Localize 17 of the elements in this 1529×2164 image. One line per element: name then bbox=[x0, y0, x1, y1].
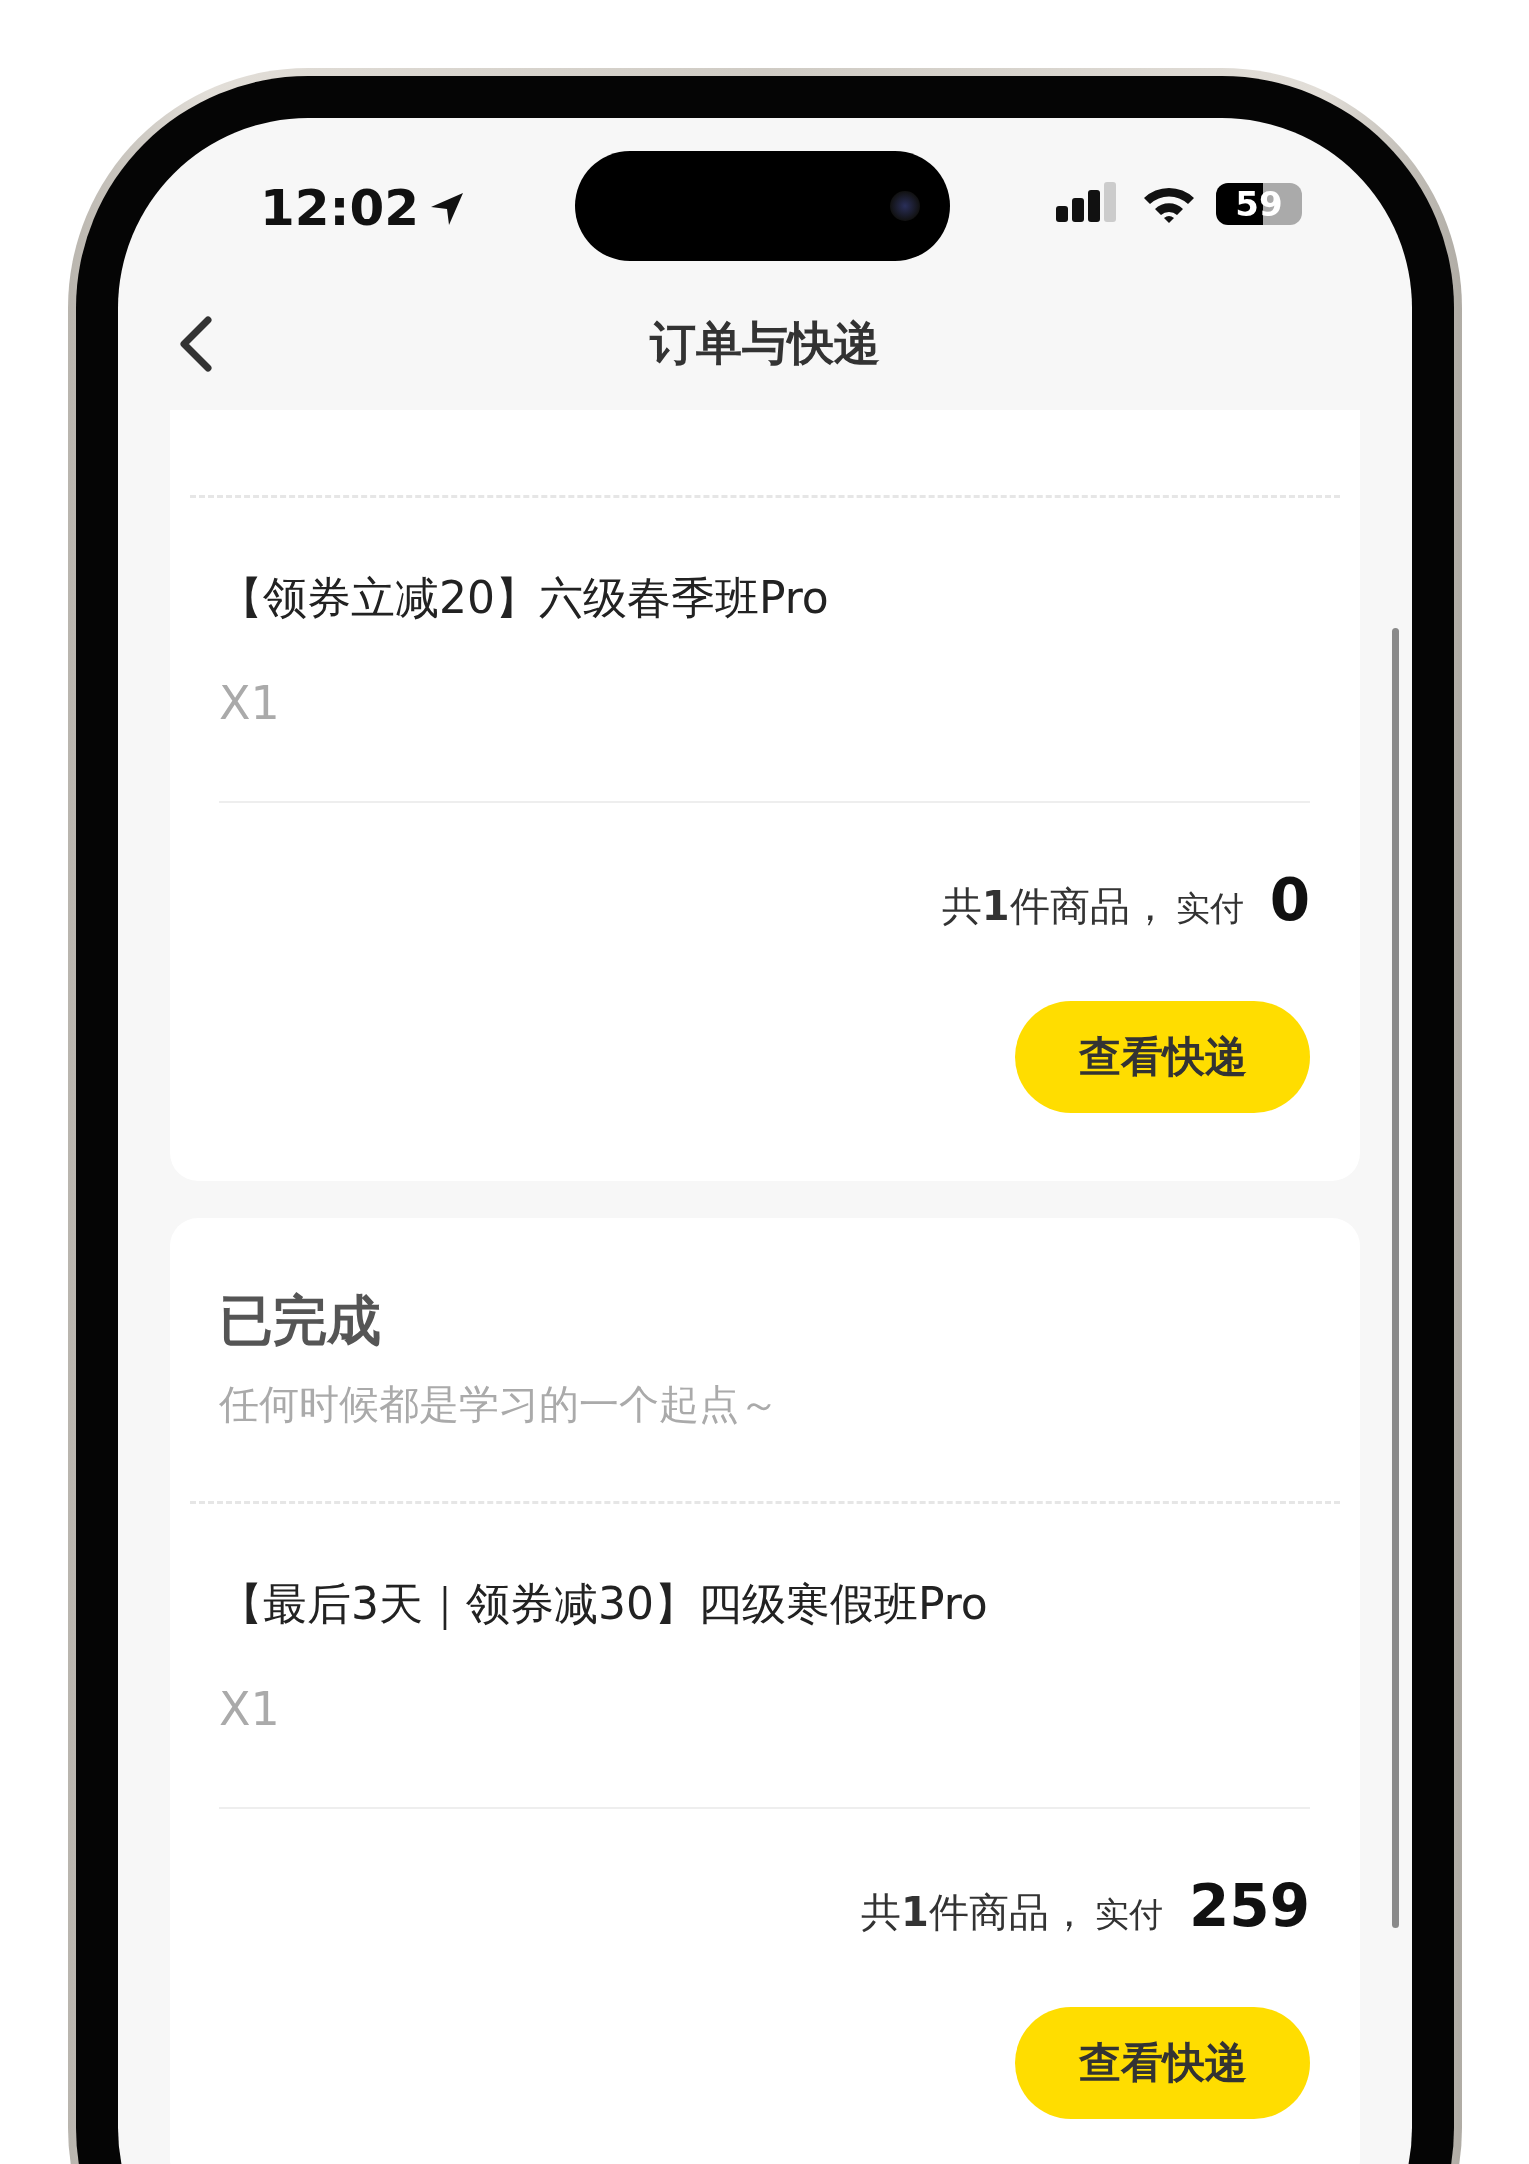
status-time: 12:02 bbox=[260, 179, 420, 237]
view-shipping-button[interactable]: 查看快递 bbox=[1015, 2007, 1310, 2119]
product-title: 【领券立减20】六级春季班Pro bbox=[219, 571, 830, 625]
paid-label: 实付 bbox=[1094, 1893, 1163, 1936]
order-subtitle: 任何时候都是学习的一个起点～ bbox=[219, 1380, 780, 1429]
product-quantity: X1 bbox=[219, 675, 281, 732]
paid-label: 实付 bbox=[1175, 887, 1244, 930]
item-count: 共1件商品， bbox=[861, 1888, 1089, 1937]
paid-amount: 259 bbox=[1188, 1876, 1310, 1936]
order-status: 已完成 bbox=[219, 1288, 382, 1354]
product-title: 【最后3天｜领券减30】四级寒假班Pro bbox=[219, 1577, 989, 1632]
product-quantity: X1 bbox=[219, 1681, 281, 1738]
page-title: 订单与快递 bbox=[650, 315, 880, 372]
view-shipping-button[interactable]: 查看快递 bbox=[1015, 1001, 1310, 1113]
item-count: 共1件商品， bbox=[941, 882, 1170, 931]
paid-amount: 0 bbox=[1269, 870, 1310, 930]
scrollbar[interactable] bbox=[1392, 628, 1399, 1928]
